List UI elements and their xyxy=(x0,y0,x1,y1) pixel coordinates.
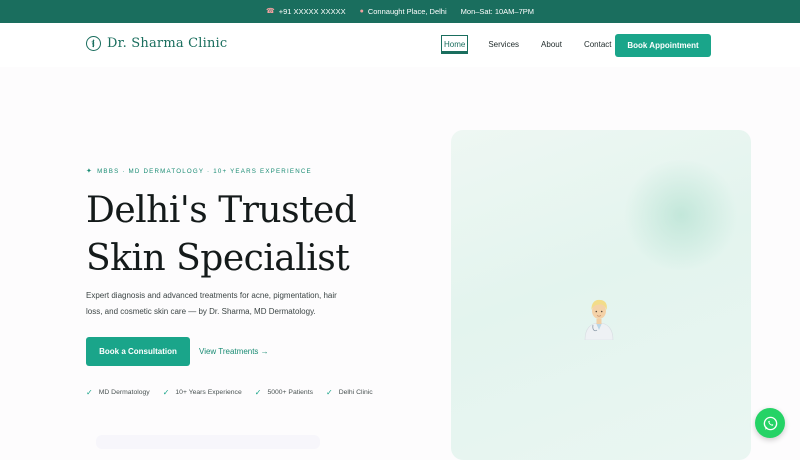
main-navbar: Dr. Sharma Clinic Home Services About Co… xyxy=(0,23,800,67)
hero-content: ✦ MBBS · MD DERMATOLOGY · 10+ YEARS EXPE… xyxy=(86,167,426,397)
topbar-location-text: Connaught Place, Delhi xyxy=(367,7,447,16)
topbar-location: ● Connaught Place, Delhi xyxy=(360,7,447,16)
badge-text: 10+ Years Experience xyxy=(175,389,242,396)
nav-link-services[interactable]: Services xyxy=(486,36,521,53)
nav-link-about[interactable]: About xyxy=(539,36,564,53)
doctor-illustration xyxy=(584,299,614,340)
hero-ctas: Book a Consultation View Treatments → xyxy=(86,337,426,366)
book-consultation-button[interactable]: Book a Consultation xyxy=(86,337,190,366)
check-icon: ✓ xyxy=(162,388,170,397)
bottom-shadow xyxy=(96,435,320,449)
brand-name: Dr. Sharma Clinic xyxy=(107,36,228,51)
hero-headline-line-2: Skin Specialist xyxy=(86,238,350,279)
hero-image-card xyxy=(451,130,751,460)
view-treatments-link[interactable]: View Treatments → xyxy=(199,347,269,356)
badge-text: MD Dermatology xyxy=(98,389,150,396)
whatsapp-icon xyxy=(763,416,777,430)
topbar-phone-text: +91 XXXXX XXXXX xyxy=(278,7,346,16)
hero-headline: Delhi's Trusted Skin Specialist xyxy=(86,187,426,283)
hero-headline-line-1: Delhi's Trusted xyxy=(86,190,357,231)
badge-item: ✓ 10+ Years Experience xyxy=(163,388,242,397)
check-icon: ✓ xyxy=(86,388,93,397)
badge-text: 5000+ Patients xyxy=(267,389,313,396)
topbar-hours-text: Mon–Sat: 10AM–7PM xyxy=(460,7,535,16)
phone-icon: ☎ xyxy=(265,8,275,15)
brand-logo[interactable]: Dr. Sharma Clinic xyxy=(86,36,227,51)
badge-item: ✓ MD Dermatology xyxy=(86,388,150,397)
nav-link-home[interactable]: Home xyxy=(441,35,469,54)
hero-badges: ✓ MD Dermatology ✓ 10+ Years Experience … xyxy=(86,388,426,397)
badge-text: Delhi Clinic xyxy=(338,389,373,396)
caduceus-icon xyxy=(86,36,101,51)
badge-item: ✓ 5000+ Patients xyxy=(255,388,313,397)
hero-eyebrow-text: MBBS · MD DERMATOLOGY · 10+ YEARS EXPERI… xyxy=(97,167,312,175)
sparkle-icon: ✦ xyxy=(86,168,94,175)
map-pin-icon: ● xyxy=(359,8,364,15)
whatsapp-chat-button[interactable] xyxy=(755,408,785,438)
hero-eyebrow: ✦ MBBS · MD DERMATOLOGY · 10+ YEARS EXPE… xyxy=(86,167,426,176)
badge-item: ✓ Delhi Clinic xyxy=(326,388,373,397)
nav-link-contact[interactable]: Contact xyxy=(582,36,614,53)
book-appointment-button[interactable]: Book Appointment xyxy=(615,34,711,57)
top-info-bar: ☎ +91 XXXXX XXXXX ● Connaught Place, Del… xyxy=(0,0,800,23)
topbar-hours: Mon–Sat: 10AM–7PM xyxy=(461,7,534,16)
check-icon: ✓ xyxy=(254,388,262,397)
check-icon: ✓ xyxy=(325,388,333,397)
nav-links: Home Services About Contact xyxy=(441,35,632,54)
card-glow xyxy=(621,160,741,270)
topbar-phone[interactable]: ☎ +91 XXXXX XXXXX xyxy=(266,7,346,16)
hero-subcopy: Expert diagnosis and advanced treatments… xyxy=(86,291,337,316)
